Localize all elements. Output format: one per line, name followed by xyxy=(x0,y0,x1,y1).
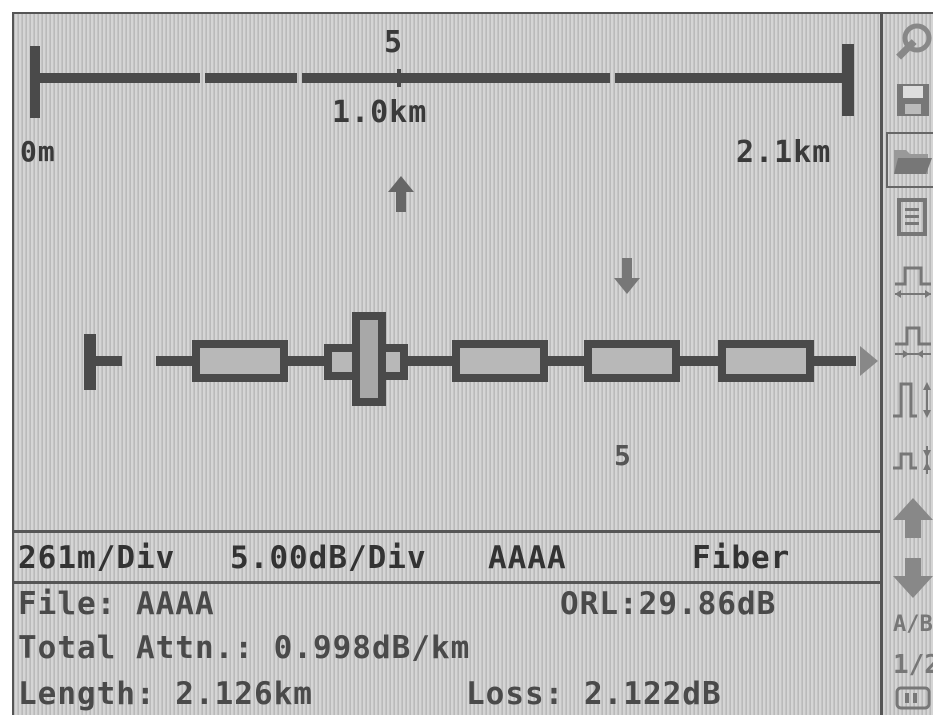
ruler-start-label: 0m xyxy=(20,135,56,168)
ruler-segment xyxy=(205,73,297,83)
pulse-expand-icon[interactable] xyxy=(889,254,933,306)
save-icon[interactable] xyxy=(889,74,933,126)
event-number: 5 xyxy=(614,439,632,472)
ab-toggle[interactable]: A/B xyxy=(893,612,933,637)
document-icon[interactable] xyxy=(889,192,933,244)
cursor-a-up-arrow-icon[interactable] xyxy=(386,174,416,214)
fiber-length: Length: 2.126km xyxy=(18,676,313,712)
pulse-compress-icon[interactable] xyxy=(889,314,933,366)
ruler-segment xyxy=(615,73,842,83)
pulse-vertical-expand-icon[interactable] xyxy=(889,374,933,426)
wrench-icon[interactable] xyxy=(889,18,933,70)
file-name: File: AAAA xyxy=(18,586,215,622)
ruler-event-marker: 5 xyxy=(384,25,404,60)
mode-label: Fiber xyxy=(692,540,791,576)
otdr-screen: 5 1.0km 0m 2.1km 5 261m/Div 5.00dB/Div A… xyxy=(12,12,933,715)
results-panel: File: AAAA ORL:29.86dB Total Attn.: 0.99… xyxy=(14,581,880,715)
ruler-end-label: 2.1km xyxy=(736,135,832,170)
launch-start-stub xyxy=(84,356,122,366)
ruler-segment xyxy=(302,73,610,83)
page-indicator[interactable]: 1/2 xyxy=(893,650,933,680)
ruler-mid-label: 1.0km xyxy=(332,95,428,130)
ruler-left-cap xyxy=(30,46,40,118)
orl-value: ORL:29.86dB xyxy=(560,586,777,622)
battery-icon xyxy=(889,682,933,712)
pulse-vertical-compress-icon[interactable] xyxy=(889,434,933,486)
total-attenuation: Total Attn.: 0.998dB/km xyxy=(18,630,471,666)
event-schematic[interactable] xyxy=(78,312,878,412)
file-id: AAAA xyxy=(488,540,567,576)
arrow-down-icon[interactable] xyxy=(889,552,933,604)
ruler-segment xyxy=(40,73,200,83)
arrow-up-icon[interactable] xyxy=(889,492,933,544)
ruler-midpoint-tick xyxy=(397,69,401,87)
fiber-end-marker xyxy=(860,346,878,376)
open-folder-icon[interactable] xyxy=(886,132,933,188)
trace-view[interactable]: 5 1.0km 0m 2.1km 5 xyxy=(14,14,880,529)
cursor-b-down-arrow-icon[interactable] xyxy=(612,256,642,296)
scale-info-bar: 261m/Div 5.00dB/Div AAAA Fiber xyxy=(14,530,880,584)
vertical-scale: 5.00dB/Div xyxy=(230,540,427,576)
horizontal-scale: 261m/Div xyxy=(18,540,176,576)
ruler-right-cap xyxy=(842,44,854,116)
total-loss: Loss: 2.122dB xyxy=(466,676,722,712)
right-toolbar: A/B 1/2 xyxy=(880,14,933,715)
